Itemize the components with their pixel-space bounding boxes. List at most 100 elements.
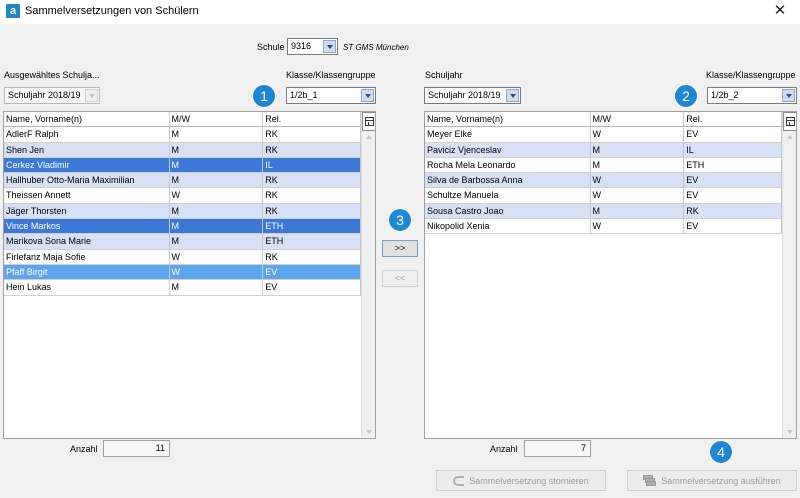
student-gender-cell: M bbox=[170, 280, 264, 295]
execute-transfer-label: Sammelversetzung ausführen bbox=[661, 475, 781, 486]
column-chooser-icon[interactable] bbox=[362, 112, 375, 131]
step-badge-4: 4 bbox=[709, 440, 733, 464]
column-header-religion[interactable]: Rel. bbox=[684, 112, 782, 127]
right-class-value: 1/2b_2 bbox=[711, 90, 739, 100]
table-row[interactable]: Schultze Manuela W EV bbox=[425, 188, 782, 204]
table-row[interactable]: Marikova Sona Marie M ETH bbox=[4, 234, 361, 250]
step-badge-1: 1 bbox=[252, 84, 276, 108]
student-religion-cell: IL bbox=[263, 157, 361, 173]
execute-transfer-button[interactable]: Sammelversetzung ausführen bbox=[627, 470, 797, 491]
student-religion-cell: RK bbox=[263, 203, 361, 219]
scroll-up-icon[interactable] bbox=[366, 135, 372, 139]
student-name-cell: Silva de Barbossa Anna bbox=[425, 173, 591, 188]
table-row[interactable]: Sousa Castro Joao M RK bbox=[425, 203, 782, 220]
column-header-name[interactable]: Name, Vorname(n) bbox=[425, 112, 591, 127]
scroll-down-icon[interactable] bbox=[366, 430, 372, 434]
left-grid-scrollbar[interactable] bbox=[361, 112, 375, 438]
column-header-religion[interactable]: Rel. bbox=[263, 112, 361, 127]
table-row[interactable]: Jäger Thorsten M RK bbox=[4, 203, 361, 220]
student-name-cell: Jäger Thorsten bbox=[4, 203, 170, 219]
student-religion-cell: EV bbox=[684, 127, 782, 142]
undo-icon bbox=[453, 475, 465, 486]
table-row[interactable]: Hein Lukas M EV bbox=[4, 280, 361, 296]
left-grid-header: Name, Vorname(n) M/W Rel. bbox=[4, 112, 361, 128]
step-badge-3: 3 bbox=[388, 208, 412, 232]
student-gender-cell: M bbox=[170, 157, 264, 173]
student-gender-cell: M bbox=[170, 173, 264, 188]
student-religion-cell: RK bbox=[684, 203, 782, 219]
table-row[interactable]: Meyer Elke W EV bbox=[425, 127, 782, 143]
right-grid-scrollbar[interactable] bbox=[782, 112, 796, 438]
student-name-cell: Hein Lukas bbox=[4, 280, 170, 295]
app-logo-icon: a bbox=[6, 4, 20, 18]
right-grid-header: Name, Vorname(n) M/W Rel. bbox=[425, 112, 782, 128]
step-badge-2: 2 bbox=[674, 84, 698, 108]
student-religion-cell: RK bbox=[263, 188, 361, 203]
right-grid-rows: Meyer Elke W EV Paviciz Vjenceslav M IL Rocha … bbox=[425, 127, 782, 235]
student-religion-cell: EV bbox=[684, 219, 782, 234]
left-class-select[interactable]: 1/2b_1 bbox=[286, 87, 376, 104]
right-count-label: Anzahl bbox=[490, 444, 518, 454]
student-religion-cell: EV bbox=[684, 188, 782, 203]
column-header-gender[interactable]: M/W bbox=[170, 112, 264, 127]
left-count-value: 11 bbox=[103, 440, 170, 457]
student-gender-cell: W bbox=[170, 264, 264, 280]
column-header-name[interactable]: Name, Vorname(n) bbox=[4, 112, 170, 127]
left-student-grid[interactable]: Name, Vorname(n) M/W Rel. AdlerF Ralph M R… bbox=[3, 111, 376, 439]
chevron-down-icon[interactable] bbox=[361, 89, 374, 102]
table-row[interactable]: Vince Markos M ETH bbox=[4, 219, 361, 235]
student-gender-cell: W bbox=[591, 127, 685, 142]
chevron-down-icon[interactable] bbox=[323, 40, 336, 53]
student-name-cell: Firlefanz Maja Sofie bbox=[4, 249, 170, 264]
right-year-value: Schuljahr 2018/19 bbox=[428, 90, 501, 100]
student-gender-cell: W bbox=[591, 219, 685, 234]
student-name-cell: Theissen Annett bbox=[4, 188, 170, 203]
student-religion-cell: IL bbox=[684, 142, 782, 157]
school-select[interactable]: 9316 bbox=[287, 38, 338, 55]
left-grid-rows: AdlerF Ralph M RK Shen Jen M RK Cerkez Vladimi… bbox=[4, 127, 361, 296]
left-class-value: 1/2b_1 bbox=[290, 90, 318, 100]
student-religion-cell: ETH bbox=[684, 157, 782, 173]
student-religion-cell: RK bbox=[263, 249, 361, 264]
table-row[interactable]: Hallhuber Otto-Maria Maximilian M RK bbox=[4, 173, 361, 189]
table-row[interactable]: Silva de Barbossa Anna W EV bbox=[425, 173, 782, 189]
table-row[interactable]: Pfaff Birgit W EV bbox=[4, 264, 361, 281]
right-class-select[interactable]: 1/2b_2 bbox=[707, 87, 797, 104]
table-row[interactable]: Paviciz Vjenceslav M IL bbox=[425, 142, 782, 158]
chevron-down-icon[interactable] bbox=[506, 89, 519, 102]
student-religion-cell: EV bbox=[684, 173, 782, 188]
cancel-transfer-button[interactable]: Sammelversetzung stornieren bbox=[436, 470, 606, 491]
student-gender-cell: M bbox=[170, 142, 264, 157]
right-year-select[interactable]: Schuljahr 2018/19 bbox=[424, 87, 521, 104]
student-gender-cell: M bbox=[591, 157, 685, 173]
move-left-button[interactable]: << bbox=[382, 270, 418, 287]
student-gender-cell: W bbox=[170, 188, 264, 203]
student-gender-cell: W bbox=[170, 249, 264, 264]
table-row[interactable]: AdlerF Ralph M RK bbox=[4, 127, 361, 143]
student-name-cell: Cerkez Vladimir bbox=[4, 157, 170, 173]
column-chooser-icon[interactable] bbox=[783, 112, 796, 131]
table-row[interactable]: Nikopolid Xenia W EV bbox=[425, 219, 782, 235]
right-student-grid[interactable]: Name, Vorname(n) M/W Rel. Meyer Elke W EV P… bbox=[424, 111, 797, 439]
scroll-down-icon[interactable] bbox=[787, 430, 793, 434]
table-row[interactable]: Firlefanz Maja Sofie W RK bbox=[4, 249, 361, 265]
chevron-down-icon bbox=[85, 89, 98, 102]
move-right-button[interactable]: >> bbox=[382, 240, 418, 257]
table-row[interactable]: Shen Jen M RK bbox=[4, 142, 361, 158]
table-row[interactable]: Rocha Mela Leonardo M ETH bbox=[425, 157, 782, 174]
close-button[interactable]: ✕ bbox=[770, 0, 790, 22]
chevron-down-icon[interactable] bbox=[782, 89, 795, 102]
column-header-gender[interactable]: M/W bbox=[591, 112, 685, 127]
student-name-cell: Vince Markos bbox=[4, 219, 170, 234]
student-religion-cell: RK bbox=[263, 142, 361, 157]
student-name-cell: Sousa Castro Joao bbox=[425, 203, 591, 219]
student-gender-cell: M bbox=[591, 203, 685, 219]
table-row[interactable]: Cerkez Vladimir M IL bbox=[4, 157, 361, 174]
table-row[interactable]: Theissen Annett W RK bbox=[4, 188, 361, 204]
student-name-cell: Shen Jen bbox=[4, 142, 170, 157]
school-select-value: 9316 bbox=[291, 41, 312, 51]
scroll-up-icon[interactable] bbox=[787, 135, 793, 139]
batch-icon bbox=[643, 475, 657, 486]
school-name: ST GMS München bbox=[343, 43, 409, 52]
student-name-cell: Marikova Sona Marie bbox=[4, 234, 170, 249]
